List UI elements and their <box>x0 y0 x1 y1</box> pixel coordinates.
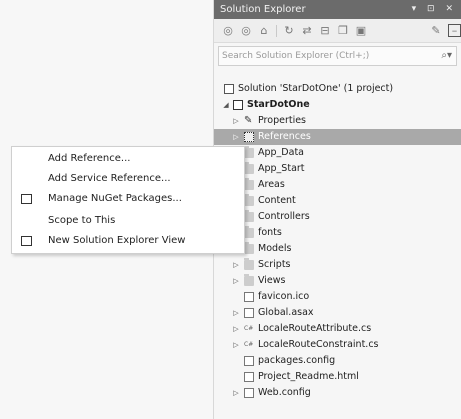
solution-explorer-panel: Solution Explorer ▾ ⊡ ✕ ◎ ◎ ⌂ ↻ ⇄ ⊟ ❐ ▣ … <box>214 0 461 419</box>
panel-title: Solution Explorer <box>220 4 306 15</box>
toolbar-separator <box>276 24 277 37</box>
tree-item-folder[interactable]: App_Data <box>214 145 461 161</box>
expand-arrow-icon[interactable]: ▷ <box>232 113 240 129</box>
tree-item-file[interactable]: ▷ C# LocaleRouteAttribute.cs <box>214 321 461 337</box>
folder-icon <box>244 194 254 206</box>
tree-item-references[interactable]: ▷ References <box>214 129 461 145</box>
collapse-all-icon[interactable]: ⊟ <box>319 24 331 37</box>
icon-file-icon <box>244 292 254 302</box>
expand-arrow-icon[interactable]: ▷ <box>232 305 240 321</box>
solution-explorer-toolbar: ◎ ◎ ⌂ ↻ ⇄ ⊟ ❐ ▣ ✎ – <box>214 19 461 43</box>
folder-icon <box>244 162 254 174</box>
tree-item-file[interactable]: packages.config <box>214 353 461 369</box>
tree-item-folder[interactable]: fonts <box>214 225 461 241</box>
tree-item-folder[interactable]: ▷ Scripts <box>214 257 461 273</box>
folder-icon <box>244 178 254 190</box>
config-file-icon <box>244 388 254 398</box>
expand-arrow-icon[interactable]: ▷ <box>232 321 240 337</box>
properties-wrench-icon[interactable]: ✎ <box>430 24 442 37</box>
project-icon <box>233 100 243 110</box>
properties-icon: ✎ <box>244 115 253 126</box>
tree-item-solution[interactable]: Solution 'StarDotOne' (1 project) <box>214 81 461 97</box>
back-icon[interactable]: ◎ <box>222 24 234 37</box>
dropdown-icon[interactable]: ▾ <box>412 0 421 19</box>
tree-item-file[interactable]: ▷ Global.asax <box>214 305 461 321</box>
folder-icon <box>244 226 254 238</box>
menu-item-add-service-reference[interactable]: Add Service Reference... <box>12 169 244 189</box>
forward-icon[interactable]: ◎ <box>240 24 252 37</box>
menu-item-manage-nuget[interactable]: Manage NuGet Packages... <box>12 189 244 209</box>
pin-icon[interactable]: ⊡ <box>427 0 439 19</box>
tree-item-folder[interactable]: ▷ Views <box>214 273 461 289</box>
context-menu: Add Reference... Add Service Reference..… <box>11 146 245 254</box>
nuget-icon <box>21 194 32 204</box>
menu-item-new-solution-explorer-view[interactable]: New Solution Explorer View <box>12 231 244 251</box>
menu-item-add-reference[interactable]: Add Reference... <box>12 149 244 169</box>
csharp-file-icon: C# <box>244 325 254 332</box>
tree-item-file[interactable]: ▷ C# LocaleRouteConstraint.cs <box>214 337 461 353</box>
tree-item-file[interactable]: Project_Readme.html <box>214 369 461 385</box>
tree-item-folder[interactable]: Controllers <box>214 209 461 225</box>
search-placeholder: Search Solution Explorer (Ctrl+;) <box>222 51 370 61</box>
solution-tree: Solution 'StarDotOne' (1 project) ◢ Star… <box>214 81 461 401</box>
html-file-icon <box>244 372 254 382</box>
expand-arrow-icon[interactable]: ▷ <box>232 337 240 353</box>
tree-item-file[interactable]: favicon.ico <box>214 289 461 305</box>
refresh-icon[interactable]: ↻ <box>283 24 295 37</box>
expand-arrow-icon[interactable]: ▷ <box>232 257 240 273</box>
tree-item-project[interactable]: ◢ StarDotOne <box>214 97 461 113</box>
home-icon[interactable]: ⌂ <box>258 24 270 37</box>
folder-icon <box>244 146 254 158</box>
tree-item-file[interactable]: ▷ Web.config <box>214 385 461 401</box>
collapse-arrow-icon[interactable]: ◢ <box>222 97 230 113</box>
preview-selected-icon[interactable]: – <box>448 24 461 37</box>
expand-arrow-icon[interactable]: ▷ <box>232 129 240 145</box>
tree-item-folder[interactable]: ▷ Models <box>214 241 461 257</box>
pending-changes-icon[interactable]: ▣ <box>355 24 367 37</box>
search-input[interactable]: Search Solution Explorer (Ctrl+;) ⌕▾ <box>218 46 457 66</box>
folder-icon <box>244 242 254 254</box>
new-view-icon <box>21 236 32 246</box>
menu-item-scope-to-this[interactable]: Scope to This <box>12 211 244 231</box>
expand-arrow-icon[interactable]: ▷ <box>232 273 240 289</box>
close-icon[interactable]: ✕ <box>445 0 457 19</box>
show-all-files-icon[interactable]: ❐ <box>337 24 349 37</box>
folder-icon <box>244 274 254 286</box>
solution-icon <box>224 84 234 94</box>
tree-item-folder[interactable]: App_Start <box>214 161 461 177</box>
tree-item-folder[interactable]: Areas <box>214 177 461 193</box>
tree-item-folder[interactable]: Content <box>214 193 461 209</box>
references-icon <box>244 132 254 142</box>
folder-icon <box>244 210 254 222</box>
config-file-icon <box>244 356 254 366</box>
panel-title-bar[interactable]: Solution Explorer ▾ ⊡ ✕ <box>214 0 461 19</box>
sync-icon[interactable]: ⇄ <box>301 24 313 37</box>
csharp-file-icon: C# <box>244 341 254 348</box>
search-icon[interactable]: ⌕▾ <box>441 47 452 65</box>
tree-item-properties[interactable]: ▷ ✎ Properties <box>214 113 461 129</box>
global-asax-icon <box>244 308 254 318</box>
expand-arrow-icon[interactable]: ▷ <box>232 385 240 401</box>
folder-icon <box>244 258 254 270</box>
